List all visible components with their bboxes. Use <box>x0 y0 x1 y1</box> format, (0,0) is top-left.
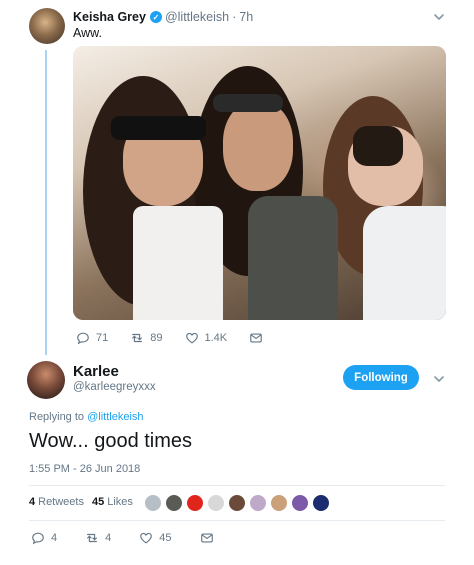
mail-icon <box>200 533 213 543</box>
avatar[interactable] <box>29 8 65 44</box>
retweet-button[interactable]: 4 <box>85 531 111 545</box>
thread-connector-line <box>45 50 47 355</box>
tweet-photo[interactable] <box>73 46 446 320</box>
replying-to: Replying to @littlekeish <box>29 411 144 423</box>
reply-count: 4 <box>51 532 58 544</box>
tweet-text: Aww. <box>73 26 102 40</box>
author-name[interactable]: Keisha Grey <box>73 10 146 24</box>
reply-icon <box>77 332 89 345</box>
photo-detail <box>363 206 446 320</box>
photo-detail <box>248 196 338 320</box>
chevron-down-icon[interactable] <box>433 10 445 22</box>
likes-stat[interactable]: 45 Likes <box>92 496 133 508</box>
reply-button[interactable]: 4 <box>31 531 57 545</box>
engagement-stats: 4 Retweets 45 Likes <box>29 496 141 508</box>
retweets-label: Retweets <box>38 496 84 508</box>
tweet-text: Wow... good times <box>29 430 193 452</box>
liker-avatar[interactable] <box>249 494 267 512</box>
like-count: 45 <box>159 532 172 544</box>
retweet-count: 4 <box>105 532 112 544</box>
retweets-count: 4 <box>29 496 36 508</box>
divider <box>29 520 445 521</box>
photo-detail <box>111 116 206 140</box>
author-handle[interactable]: @littlekeish <box>165 10 229 24</box>
direct-message-button[interactable] <box>249 331 269 345</box>
photo-detail <box>223 101 293 191</box>
tweet-actions: 71 89 1.4K <box>76 331 291 345</box>
liker-avatar[interactable] <box>270 494 288 512</box>
separator-dot: · <box>232 10 237 24</box>
liker-avatar[interactable] <box>144 494 162 512</box>
avatar[interactable] <box>27 361 65 399</box>
like-button[interactable]: 45 <box>139 531 172 545</box>
liker-avatar[interactable] <box>207 494 225 512</box>
likers-avatars <box>144 494 333 512</box>
mention-link[interactable]: @littlekeish <box>87 411 143 423</box>
liker-avatar[interactable] <box>312 494 330 512</box>
photo-detail <box>133 206 223 320</box>
reply-icon <box>32 532 44 545</box>
heart-icon <box>185 332 198 344</box>
direct-message-button[interactable] <box>200 531 220 545</box>
retweet-button[interactable]: 89 <box>130 331 163 345</box>
reply-count: 71 <box>96 332 109 344</box>
like-count: 1.4K <box>204 332 228 344</box>
heart-icon <box>140 532 153 544</box>
retweet-icon <box>87 533 98 543</box>
liker-avatar[interactable] <box>186 494 204 512</box>
tweet-timestamp[interactable]: 1:55 PM - 26 Jun 2018 <box>29 463 140 475</box>
author-handle[interactable]: @karleegreyxxx <box>73 381 156 393</box>
retweet-icon <box>132 333 143 343</box>
photo-detail <box>213 94 283 112</box>
liker-avatar[interactable] <box>291 494 309 512</box>
author-name[interactable]: Karlee <box>73 363 119 380</box>
replying-to-label: Replying to <box>29 411 85 423</box>
mail-icon <box>250 333 262 343</box>
photo-detail <box>353 126 403 166</box>
likes-count: 45 <box>91 496 105 508</box>
tweet-actions: 4 4 45 <box>31 531 242 545</box>
following-button[interactable]: Following <box>343 365 419 390</box>
retweet-count: 89 <box>150 332 163 344</box>
divider <box>29 485 445 486</box>
tweet-header: Keisha Grey ✓ @littlekeish · 7h <box>73 9 454 25</box>
liker-avatar[interactable] <box>228 494 246 512</box>
reply-button[interactable]: 71 <box>76 331 108 345</box>
likes-label: Likes <box>107 496 133 508</box>
liker-avatar[interactable] <box>165 494 183 512</box>
chevron-down-icon[interactable] <box>433 372 445 384</box>
like-button[interactable]: 1.4K <box>185 331 228 345</box>
retweets-stat[interactable]: 4 Retweets <box>29 496 84 508</box>
tweet-time[interactable]: 7h <box>239 10 253 24</box>
verified-badge-icon: ✓ <box>149 11 162 23</box>
